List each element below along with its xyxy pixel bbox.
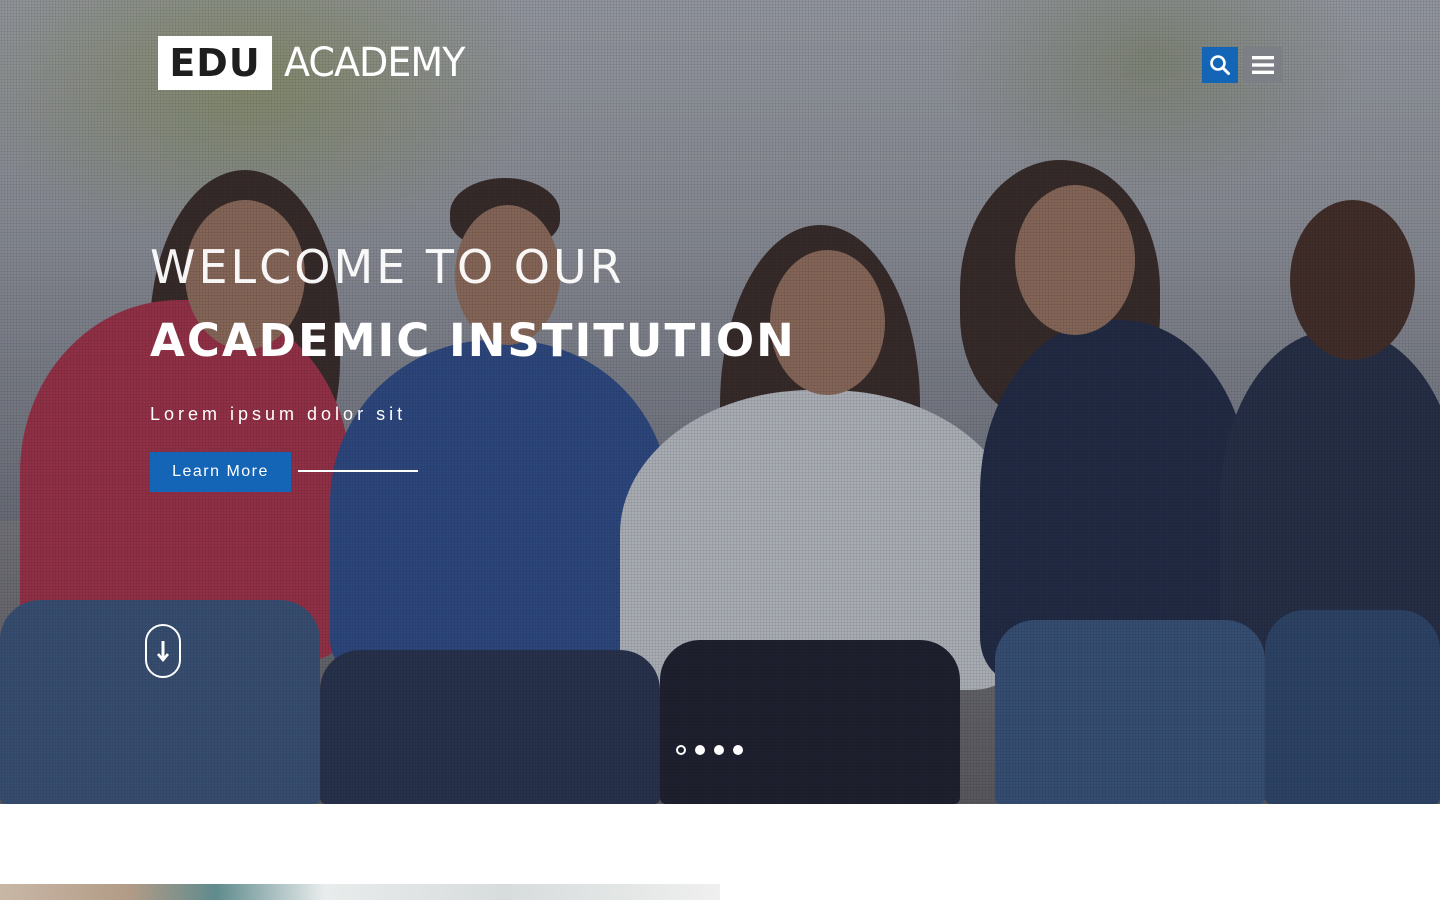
hero-title: ACADEMIC INSTITUTION xyxy=(150,314,796,367)
slider-pagination xyxy=(676,745,743,755)
slider-dot-2[interactable] xyxy=(695,745,705,755)
site-logo[interactable]: EDU ACADEMY xyxy=(158,36,474,90)
hamburger-menu-icon xyxy=(1252,56,1274,74)
hero-subtitle: Lorem ipsum dolor sit xyxy=(150,404,407,424)
search-icon xyxy=(1210,55,1230,75)
logo-mark: EDU xyxy=(158,36,272,90)
logo-text: ACADEMY xyxy=(284,40,465,86)
scroll-down-button[interactable] xyxy=(145,624,181,678)
learn-more-button[interactable]: Learn More xyxy=(150,452,291,492)
slider-dot-1[interactable] xyxy=(676,745,686,755)
decorative-line xyxy=(298,470,418,472)
slider-dot-3[interactable] xyxy=(714,745,724,755)
next-section-image xyxy=(0,884,720,900)
arrow-down-icon xyxy=(157,641,169,663)
search-button[interactable] xyxy=(1202,47,1238,83)
menu-button[interactable] xyxy=(1244,47,1282,83)
hero-welcome-heading: WELCOME TO OUR xyxy=(150,240,625,294)
hero-slider: EDU ACADEMY WELCOME TO OUR ACADEMIC INST… xyxy=(0,0,1440,804)
hero-overlay xyxy=(0,0,1440,804)
slider-dot-4[interactable] xyxy=(733,745,743,755)
